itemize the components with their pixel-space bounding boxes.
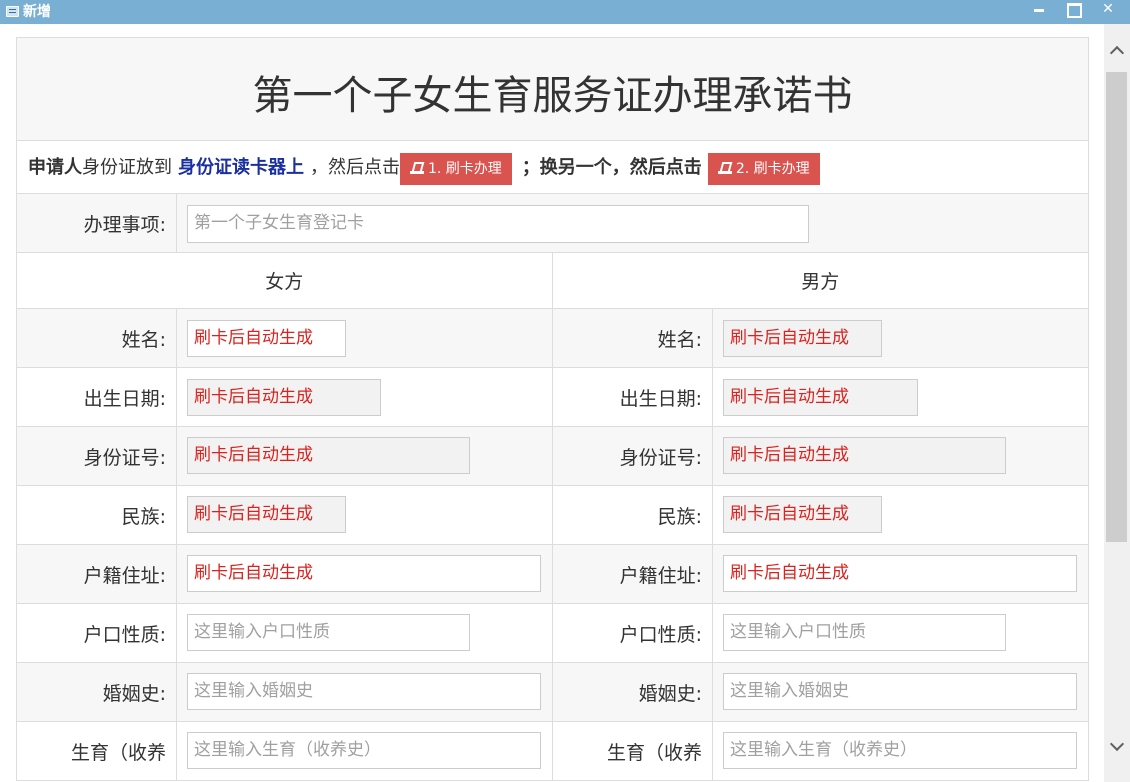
- swipe-card-icon: [410, 162, 424, 174]
- swipe-card-button-1-label: 1. 刷卡办理: [428, 161, 502, 177]
- male-household-type-label: 户口性质:: [553, 604, 713, 662]
- female-household-type-label: 户口性质:: [17, 604, 177, 662]
- female-address-label: 户籍住址:: [17, 545, 177, 603]
- form-window-icon: [6, 6, 19, 17]
- column-header-row: 女方 男方: [17, 253, 1088, 309]
- female-birth-history-label: 生育（收养: [17, 722, 177, 780]
- close-icon[interactable]: ✕: [1097, 0, 1119, 22]
- swipe-card-icon: [717, 162, 732, 174]
- female-id-number-field[interactable]: 刷卡后自动生成: [187, 437, 470, 474]
- female-birth-history-input[interactable]: 这里输入生育（收养史）: [187, 732, 541, 769]
- male-birth-history-label: 生育（收养: [553, 722, 713, 780]
- female-household-type-input[interactable]: 这里输入户口性质: [187, 614, 470, 651]
- page-title: 第一个子女生育服务证办理承诺书: [17, 38, 1088, 141]
- male-birth-history-input[interactable]: 这里输入生育（收养史）: [723, 732, 1077, 769]
- instruction-bar: 申请人身份证放到 身份证读卡器上 ，然后点击 1. 刷卡办理 ；换另一个，然后点击 2. …: [17, 141, 1088, 194]
- item-label: 办理事项:: [17, 194, 177, 252]
- male-marital-history-label: 婚姻史:: [553, 663, 713, 721]
- male-marital-history-input[interactable]: 这里输入婚姻史: [723, 673, 1077, 710]
- household-type-row: 户口性质: 这里输入户口性质 户口性质: 这里输入户口性质: [17, 604, 1088, 663]
- female-marital-history-label: 婚姻史:: [17, 663, 177, 721]
- instruction-text-1: 身份证放到: [82, 157, 172, 178]
- form-scroll-area[interactable]: 第一个子女生育服务证办理承诺书 申请人身份证放到 身份证读卡器上 ，然后点击 1. 刷…: [0, 24, 1104, 782]
- female-birthdate-field[interactable]: 刷卡后自动生成: [187, 379, 381, 416]
- swipe-card-button-2-label: 2. 刷卡办理: [735, 161, 810, 177]
- scroll-up-icon[interactable]: [1108, 42, 1126, 60]
- male-address-field[interactable]: 刷卡后自动生成: [723, 555, 1077, 592]
- birth-history-row: 生育（收养 这里输入生育（收养史） 生育（收养 这里输入生育（收养史）: [17, 722, 1088, 781]
- male-id-number-field[interactable]: 刷卡后自动生成: [723, 437, 1006, 474]
- male-name-field[interactable]: 刷卡后自动生成: [723, 320, 882, 357]
- female-id-number-label: 身份证号:: [17, 427, 177, 485]
- female-column-header: 女方: [17, 253, 553, 308]
- male-birthdate-field[interactable]: 刷卡后自动生成: [723, 379, 918, 416]
- female-address-field[interactable]: 刷卡后自动生成: [187, 555, 541, 592]
- id-number-row: 身份证号: 刷卡后自动生成 身份证号: 刷卡后自动生成: [17, 427, 1088, 486]
- birthdate-row: 出生日期: 刷卡后自动生成 出生日期: 刷卡后自动生成: [17, 368, 1088, 427]
- minimize-icon[interactable]: [1028, 0, 1050, 22]
- male-household-type-input[interactable]: 这里输入户口性质: [723, 614, 1006, 651]
- female-name-field[interactable]: 刷卡后自动生成: [187, 320, 346, 357]
- window-titlebar: 新增 ✕: [0, 0, 1130, 24]
- ethnicity-row: 民族: 刷卡后自动生成 民族: 刷卡后自动生成: [17, 486, 1088, 545]
- window-title: 新增: [23, 4, 51, 20]
- male-column-header: 男方: [801, 271, 840, 293]
- female-ethnicity-field[interactable]: 刷卡后自动生成: [187, 496, 346, 533]
- female-birthdate-label: 出生日期:: [17, 368, 177, 426]
- male-id-number-label: 身份证号:: [553, 427, 713, 485]
- scrollbar-thumb[interactable]: [1106, 72, 1127, 542]
- male-birthdate-label: 出生日期:: [553, 368, 713, 426]
- applicant-label: 申请人: [28, 157, 82, 178]
- instruction-text-3: ；换另一个，然后点击: [521, 157, 702, 178]
- marital-history-row: 婚姻史: 这里输入婚姻史 婚姻史: 这里输入婚姻史: [17, 663, 1088, 722]
- male-address-label: 户籍住址:: [553, 545, 713, 603]
- name-row: 姓名: 刷卡后自动生成 姓名: 刷卡后自动生成: [17, 309, 1088, 368]
- commitment-form: 第一个子女生育服务证办理承诺书 申请人身份证放到 身份证读卡器上 ，然后点击 1. 刷…: [16, 37, 1089, 781]
- male-ethnicity-label: 民族:: [553, 486, 713, 544]
- maximize-icon[interactable]: [1062, 0, 1084, 22]
- male-ethnicity-field[interactable]: 刷卡后自动生成: [723, 496, 882, 533]
- female-ethnicity-label: 民族:: [17, 486, 177, 544]
- scroll-down-icon[interactable]: [1108, 738, 1126, 756]
- male-name-label: 姓名:: [553, 309, 713, 367]
- item-field[interactable]: 第一个子女生育登记卡: [187, 205, 809, 243]
- swipe-card-button-1[interactable]: 1. 刷卡办理: [400, 153, 512, 185]
- instruction-text-2: ，然后点击: [310, 157, 400, 178]
- address-row: 户籍住址: 刷卡后自动生成 户籍住址: 刷卡后自动生成: [17, 545, 1088, 604]
- female-marital-history-input[interactable]: 这里输入婚姻史: [187, 673, 541, 710]
- card-reader-label: 身份证读卡器上: [178, 157, 304, 178]
- swipe-card-button-2[interactable]: 2. 刷卡办理: [707, 153, 820, 185]
- female-name-label: 姓名:: [17, 309, 177, 367]
- vertical-scrollbar[interactable]: [1104, 24, 1130, 782]
- item-row: 办理事项: 第一个子女生育登记卡: [17, 194, 1088, 253]
